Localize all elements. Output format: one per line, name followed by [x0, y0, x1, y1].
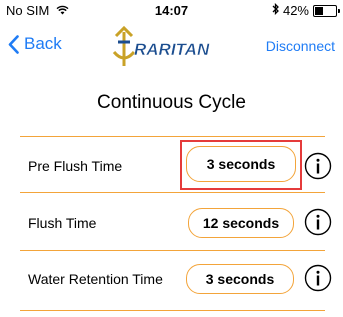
divider: [20, 250, 325, 251]
info-icon[interactable]: [304, 208, 332, 236]
setting-row-pre-flush-time: Pre Flush Time 3 seconds: [20, 140, 332, 193]
info-icon[interactable]: [304, 264, 332, 292]
info-icon[interactable]: [304, 152, 332, 180]
setting-row-water-retention-time: Water Retention Time 3 seconds: [20, 256, 332, 306]
chevron-left-icon: [8, 34, 19, 54]
settings-list: Pre Flush Time 3 seconds Flush Time 12 s…: [20, 0, 332, 317]
divider: [20, 136, 325, 137]
pre-flush-time-value-button[interactable]: 3 seconds: [186, 146, 296, 182]
setting-row-flush-time: Flush Time 12 seconds: [20, 200, 332, 250]
setting-label: Water Retention Time: [28, 271, 163, 287]
setting-label: Flush Time: [28, 215, 97, 231]
flush-time-value-button[interactable]: 12 seconds: [188, 208, 294, 238]
divider: [20, 310, 325, 311]
divider: [20, 192, 325, 193]
setting-label: Pre Flush Time: [28, 158, 123, 174]
water-retention-time-value-button[interactable]: 3 seconds: [186, 264, 294, 294]
